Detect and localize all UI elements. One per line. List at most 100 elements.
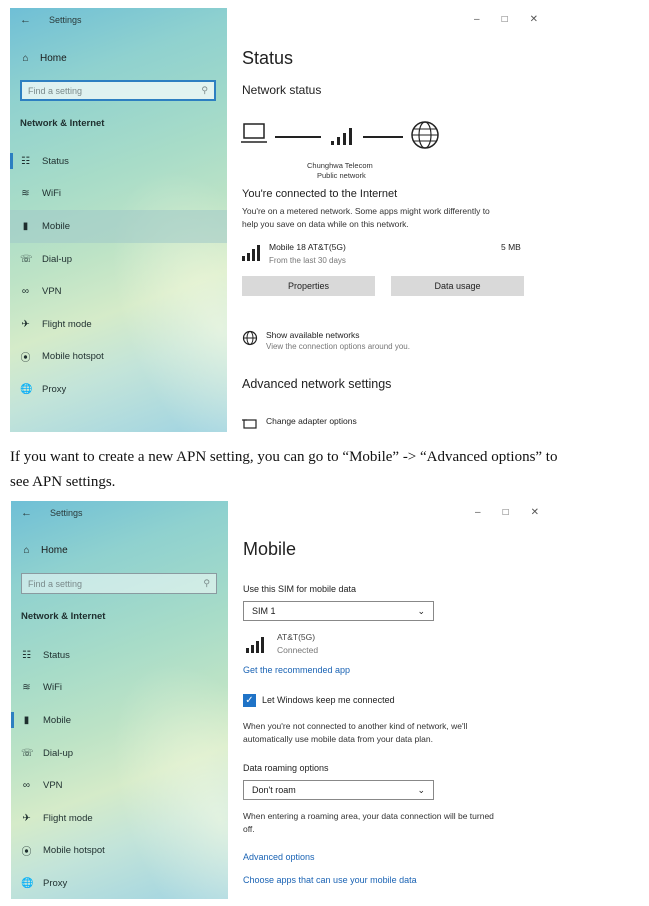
change-adapter-link[interactable]: Change adapter options <box>266 416 357 426</box>
wifi-icon: ≋ <box>21 188 30 200</box>
globe-network-icon <box>242 330 258 346</box>
sidebar-item-label: VPN <box>42 286 62 298</box>
globe-icon: 🌐 <box>21 877 34 889</box>
instruction-caption: If you want to create a new APN setting,… <box>10 445 642 495</box>
sidebar-item-label: Mobile hotspot <box>42 351 104 363</box>
carrier-network-type: Public network <box>317 171 366 180</box>
sidebar-item-status[interactable]: ☷ Status <box>10 145 227 178</box>
window-titlebar: ← Settings <box>20 14 82 26</box>
description-line: When entering a roaming area, your data … <box>243 811 494 821</box>
advanced-options-link[interactable]: Advanced options <box>243 852 315 862</box>
sidebar-item-wifi[interactable]: ≋ WiFi <box>11 672 228 705</box>
description-line: automatically use mobile data from your … <box>243 733 433 744</box>
home-icon: ⌂ <box>22 53 29 64</box>
data-usage-button[interactable]: Data usage <box>391 276 524 296</box>
sidebar-item-dialup[interactable]: ☏ Dial-up <box>10 243 227 276</box>
recommended-app-link[interactable]: Get the recommended app <box>243 665 350 675</box>
roaming-label: Data roaming options <box>243 763 329 773</box>
metered-notice: You're on a metered network. Some apps m… <box>242 205 490 230</box>
carrier-name: Chunghwa Telecom <box>307 161 373 170</box>
sidebar-item-mobile-hotspot[interactable]: ⦿ Mobile hotspot <box>10 341 227 374</box>
sidebar-item-mobile[interactable]: ▮ Mobile <box>10 210 227 243</box>
close-icon[interactable]: ✕ <box>531 507 539 518</box>
page-title: Status <box>242 48 294 68</box>
back-arrow-icon[interactable]: ← <box>21 507 32 519</box>
connected-heading: You're connected to the Internet <box>242 188 398 200</box>
show-networks-link[interactable]: Show available networks <box>266 330 360 340</box>
signal-icon <box>246 637 264 653</box>
roaming-dropdown[interactable]: Don't roam ⌄ <box>243 780 434 800</box>
carrier-status: Connected <box>277 645 319 655</box>
section-title: Network & Internet <box>20 118 105 129</box>
phone-icon: ☏ <box>21 747 34 759</box>
sidebar-item-vpn[interactable]: ∞ VPN <box>10 275 227 308</box>
sidebar: ← Settings ⌂ Home Find a setting ⚲ Netwo… <box>11 501 228 899</box>
sim-value: SIM 1 <box>252 606 276 616</box>
status-icon: ☷ <box>21 155 30 167</box>
connection-usage: 5 MB <box>501 242 521 252</box>
minimize-icon[interactable]: – <box>475 507 481 518</box>
advanced-settings-heading: Advanced network settings <box>242 377 392 391</box>
search-icon: ⚲ <box>203 578 210 588</box>
back-arrow-icon[interactable]: ← <box>20 14 31 26</box>
sim-dropdown[interactable]: SIM 1 ⌄ <box>243 601 434 621</box>
sidebar: ← Settings ⌂ Home Find a setting ⚲ Netwo… <box>10 8 227 432</box>
maximize-icon[interactable]: □ <box>503 507 509 518</box>
sidebar-item-flight-mode[interactable]: ✈ Flight mode <box>10 308 227 341</box>
search-input[interactable]: Find a setting ⚲ <box>20 80 216 101</box>
home-label: Home <box>41 545 68 556</box>
hotspot-icon: ⦿ <box>21 847 32 859</box>
vpn-icon: ∞ <box>22 780 31 792</box>
main-panel: – □ ✕ Status Network status Chunghwa Tel… <box>227 8 548 432</box>
show-networks-description: View the connection options around you. <box>266 342 410 351</box>
airplane-icon: ✈ <box>21 318 30 330</box>
choose-apps-link[interactable]: Choose apps that can use your mobile dat… <box>243 875 417 885</box>
caption-line: see APN settings. <box>10 474 116 490</box>
sidebar-item-status[interactable]: ☷ Status <box>11 639 228 672</box>
window-title: Settings <box>49 15 82 25</box>
maximize-icon[interactable]: □ <box>502 14 508 25</box>
sidebar-item-proxy[interactable]: 🌐 Proxy <box>11 867 228 899</box>
sidebar-item-label: Status <box>42 155 69 167</box>
close-icon[interactable]: ✕ <box>530 14 538 25</box>
window-controls: – □ ✕ <box>475 507 539 518</box>
sidebar-item-mobile-hotspot[interactable]: ⦿ Mobile hotspot <box>11 835 228 868</box>
sidebar-home[interactable]: ⌂ Home <box>21 545 68 556</box>
carrier-name: AT&T(5G) <box>277 632 316 642</box>
sidebar-item-proxy[interactable]: 🌐 Proxy <box>10 373 227 406</box>
sidebar-item-label: Mobile <box>43 714 71 726</box>
settings-window-status: ← Settings ⌂ Home Find a setting ⚲ Netwo… <box>10 8 548 432</box>
cell-signal-icon <box>331 128 352 145</box>
search-placeholder: Find a setting <box>28 578 83 589</box>
sidebar-item-vpn[interactable]: ∞ VPN <box>11 769 228 802</box>
metered-line: help you save on data while on this netw… <box>242 218 409 229</box>
sidebar-item-wifi[interactable]: ≋ WiFi <box>10 178 227 211</box>
chevron-down-icon: ⌄ <box>417 605 425 616</box>
vpn-icon: ∞ <box>21 286 30 298</box>
sidebar-item-mobile[interactable]: ▮ Mobile <box>11 704 228 737</box>
keep-connected-checkbox[interactable]: ✓ <box>243 694 256 707</box>
window-titlebar: ← Settings <box>21 507 83 519</box>
sidebar-home[interactable]: ⌂ Home <box>20 53 67 64</box>
sidebar-item-flight-mode[interactable]: ✈ Flight mode <box>11 802 228 835</box>
status-icon: ☷ <box>22 649 31 661</box>
laptop-icon <box>241 123 267 143</box>
main-panel: – □ ✕ Mobile Use this SIM for mobile dat… <box>228 501 549 899</box>
keep-connected-description: When you're not connected to another kin… <box>243 720 467 745</box>
signal-icon: ▮ <box>22 220 29 232</box>
sidebar-item-label: WiFi <box>42 188 61 200</box>
metered-line: You're on a metered network. Some apps m… <box>242 206 490 216</box>
caption-line: If you want to create a new APN setting,… <box>10 449 558 465</box>
sim-label: Use this SIM for mobile data <box>243 584 357 594</box>
sidebar-item-dialup[interactable]: ☏ Dial-up <box>11 737 228 770</box>
chevron-down-icon: ⌄ <box>417 784 425 795</box>
window-controls: – □ ✕ <box>474 14 538 25</box>
home-label: Home <box>40 53 67 64</box>
network-status-heading: Network status <box>242 83 322 97</box>
adapter-icon <box>242 419 257 429</box>
minimize-icon[interactable]: – <box>474 14 480 25</box>
properties-button[interactable]: Properties <box>242 276 375 296</box>
airplane-icon: ✈ <box>22 812 31 824</box>
sidebar-item-label: VPN <box>43 780 63 792</box>
search-input[interactable]: Find a setting ⚲ <box>21 573 217 594</box>
